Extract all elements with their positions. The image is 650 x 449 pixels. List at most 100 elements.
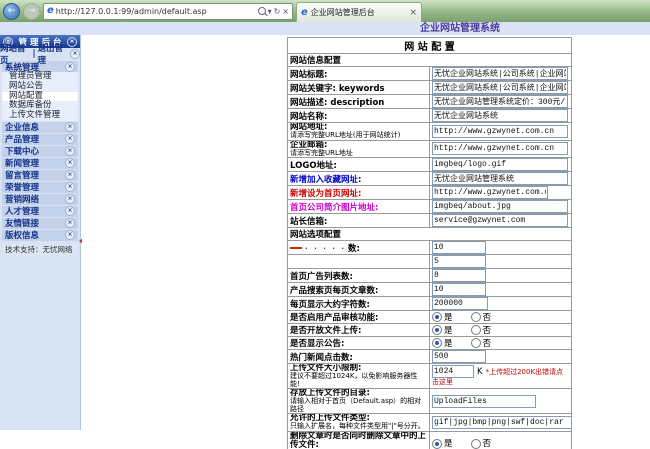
sidebar-section-5[interactable]: 留言管理 × — [2, 169, 78, 181]
text-input[interactable] — [432, 365, 474, 378]
sidebar-section-3[interactable]: 下载中心 × — [2, 145, 78, 157]
admin-sidebar: @ 管 理 后 台 × 网站首页 | 退出管理 × 系统管理 × 管理员管理 网站公告… — [0, 35, 83, 430]
form-row: 网站标题: — [287, 66, 572, 81]
row-label-cell: 网站描述: description — [287, 94, 430, 109]
row-value-cell — [429, 122, 572, 141]
collapse-icon[interactable]: × — [65, 182, 75, 193]
row-sublabel: 请添写完整URL地址 — [290, 148, 353, 157]
form-row: 企业邮箱: 请添写完整URL地址 — [287, 139, 572, 158]
row-sublabel: 只输入扩展名，每种文件类型用"|"号分开。 — [290, 422, 425, 430]
text-input[interactable] — [432, 241, 486, 254]
radio-yes-label: 是 — [444, 339, 453, 349]
sidebar-item-4[interactable]: 上传文件管理 — [2, 110, 78, 121]
row-label-cell: LOGO地址: — [287, 157, 430, 172]
url-text[interactable]: http://127.0.0.1:99/admin/default.asp — [56, 7, 256, 16]
radio-yes[interactable] — [432, 338, 442, 348]
text-input[interactable] — [432, 350, 486, 363]
radio-no[interactable] — [470, 439, 481, 449]
collapse-icon[interactable]: × — [65, 206, 75, 217]
collapse-icon[interactable]: × — [65, 158, 75, 169]
row-value-cell — [429, 349, 572, 364]
sidebar-section-1[interactable]: 企业信息 × — [2, 121, 78, 133]
text-input[interactable] — [432, 81, 568, 94]
radio-yes[interactable] — [432, 439, 442, 449]
row-label-cell — [287, 254, 430, 269]
back-button[interactable]: ← — [3, 2, 20, 20]
sidebar-section-7[interactable]: 营销网络 × — [2, 193, 78, 206]
refresh-icon[interactable]: ↻ — [274, 7, 281, 16]
radio-no[interactable] — [470, 325, 481, 335]
radio-yes[interactable] — [432, 312, 442, 322]
sidebar-section-8[interactable]: 人才管理 × — [2, 205, 78, 217]
row-label-cell: 是否启用产品审核功能: — [287, 310, 430, 324]
text-input[interactable] — [432, 142, 568, 156]
sidebar-section-4[interactable]: 新闻管理 × — [2, 157, 78, 169]
row-value-cell: 是否 — [429, 336, 572, 350]
form-row: 允许的上传文件类型: 只输入扩展名，每种文件类型用"|"号分开。 — [287, 413, 572, 432]
radio-yes[interactable] — [432, 325, 442, 335]
sidebar-section-10[interactable]: 版权信息 × — [2, 229, 78, 241]
section-options-header: 网站选项配置 — [287, 227, 572, 241]
row-label: 每页显示大约字符数: — [290, 299, 370, 310]
row-label: 站长信箱: — [290, 216, 328, 227]
text-input[interactable] — [432, 67, 568, 80]
sidebar-close-icon[interactable]: × — [66, 36, 77, 47]
row-label: 热门新闻点击数: — [290, 352, 353, 363]
collapse-icon[interactable]: × — [65, 194, 75, 205]
row-label: 是否开放文件上传: — [290, 326, 362, 336]
text-input[interactable] — [432, 158, 568, 171]
obscured-label-fragment: 数: — [348, 243, 360, 254]
form-row: 是否显示公告: 是否 — [287, 336, 572, 350]
form-title: 网 站 配 置 — [287, 37, 572, 54]
address-bar[interactable]: e http://127.0.0.1:99/admin/default.asp … — [43, 2, 293, 20]
radio-no[interactable] — [470, 312, 481, 322]
sidebar-section-label: 营销网络 — [5, 195, 40, 206]
text-input[interactable] — [432, 283, 486, 296]
row-label: 删除文章时是否同时删除文章中的上传文件: — [290, 431, 427, 449]
text-input[interactable] — [432, 214, 568, 227]
search-icon[interactable] — [257, 7, 266, 15]
autocomplete-dropdown-icon[interactable]: ▾ — [268, 7, 272, 16]
stop-icon[interactable]: × — [282, 7, 289, 16]
site-favicon-icon: e — [47, 5, 54, 16]
sidebar-section-6[interactable]: 荣誉管理 × — [2, 181, 78, 193]
tab-close-icon[interactable]: × — [409, 8, 417, 18]
form-row: 上传文件大小限制:建议不要超过1024K，以免影响服务器性能!K*上传超过200… — [287, 363, 572, 389]
collapse-icon[interactable]: × — [65, 170, 75, 181]
row-label: 网站描述: description — [290, 97, 385, 108]
row-label-cell: 企业邮箱: 请添写完整URL地址 — [287, 139, 430, 158]
text-input[interactable] — [432, 255, 486, 268]
collapse-icon[interactable]: × — [65, 122, 75, 133]
text-input[interactable] — [432, 200, 568, 213]
logout-link[interactable]: 退出管理 — [38, 42, 68, 66]
row-label: 产品搜索页每页文章数: — [290, 285, 379, 296]
collapse-icon[interactable]: × — [65, 134, 75, 145]
form-row: 首页公司简介图片地址: — [287, 199, 572, 214]
row-label-cell: 上传文件大小限制: 建议不要超过1024K，以免影响服务器性能! — [287, 363, 430, 389]
sidebar-section-label: 产品管理 — [5, 135, 40, 146]
text-input[interactable] — [432, 297, 488, 310]
sidebar-section-2[interactable]: 产品管理 × — [2, 133, 78, 146]
row-label-cell: · · · · · 数: — [287, 240, 430, 255]
form-row: 新增设为首页网址: — [287, 185, 572, 200]
collapse-icon[interactable]: × — [65, 146, 75, 157]
row-label: 网站关键字: keywords — [290, 83, 385, 94]
text-input[interactable] — [432, 186, 548, 199]
collapse-icon[interactable]: × — [65, 61, 75, 72]
text-input[interactable] — [432, 394, 536, 408]
text-input[interactable] — [432, 269, 486, 282]
text-input[interactable] — [432, 415, 571, 429]
radio-no[interactable] — [470, 338, 481, 348]
text-input[interactable] — [432, 95, 568, 108]
text-input[interactable] — [432, 124, 568, 138]
collapse-icon[interactable]: × — [65, 218, 75, 229]
form-row: 网站描述: description — [287, 94, 572, 109]
logout-icon[interactable]: × — [69, 49, 80, 59]
browser-tab[interactable]: e 企业网站管理后台 × — [296, 2, 422, 22]
text-input[interactable] — [432, 109, 568, 122]
row-label-cell: 每页显示大约字符数: — [287, 296, 430, 311]
forward-button[interactable]: → — [23, 2, 40, 20]
text-input[interactable] — [432, 172, 568, 185]
collapse-icon[interactable]: × — [65, 230, 75, 241]
sidebar-section-9[interactable]: 友情链接 × — [2, 217, 78, 229]
